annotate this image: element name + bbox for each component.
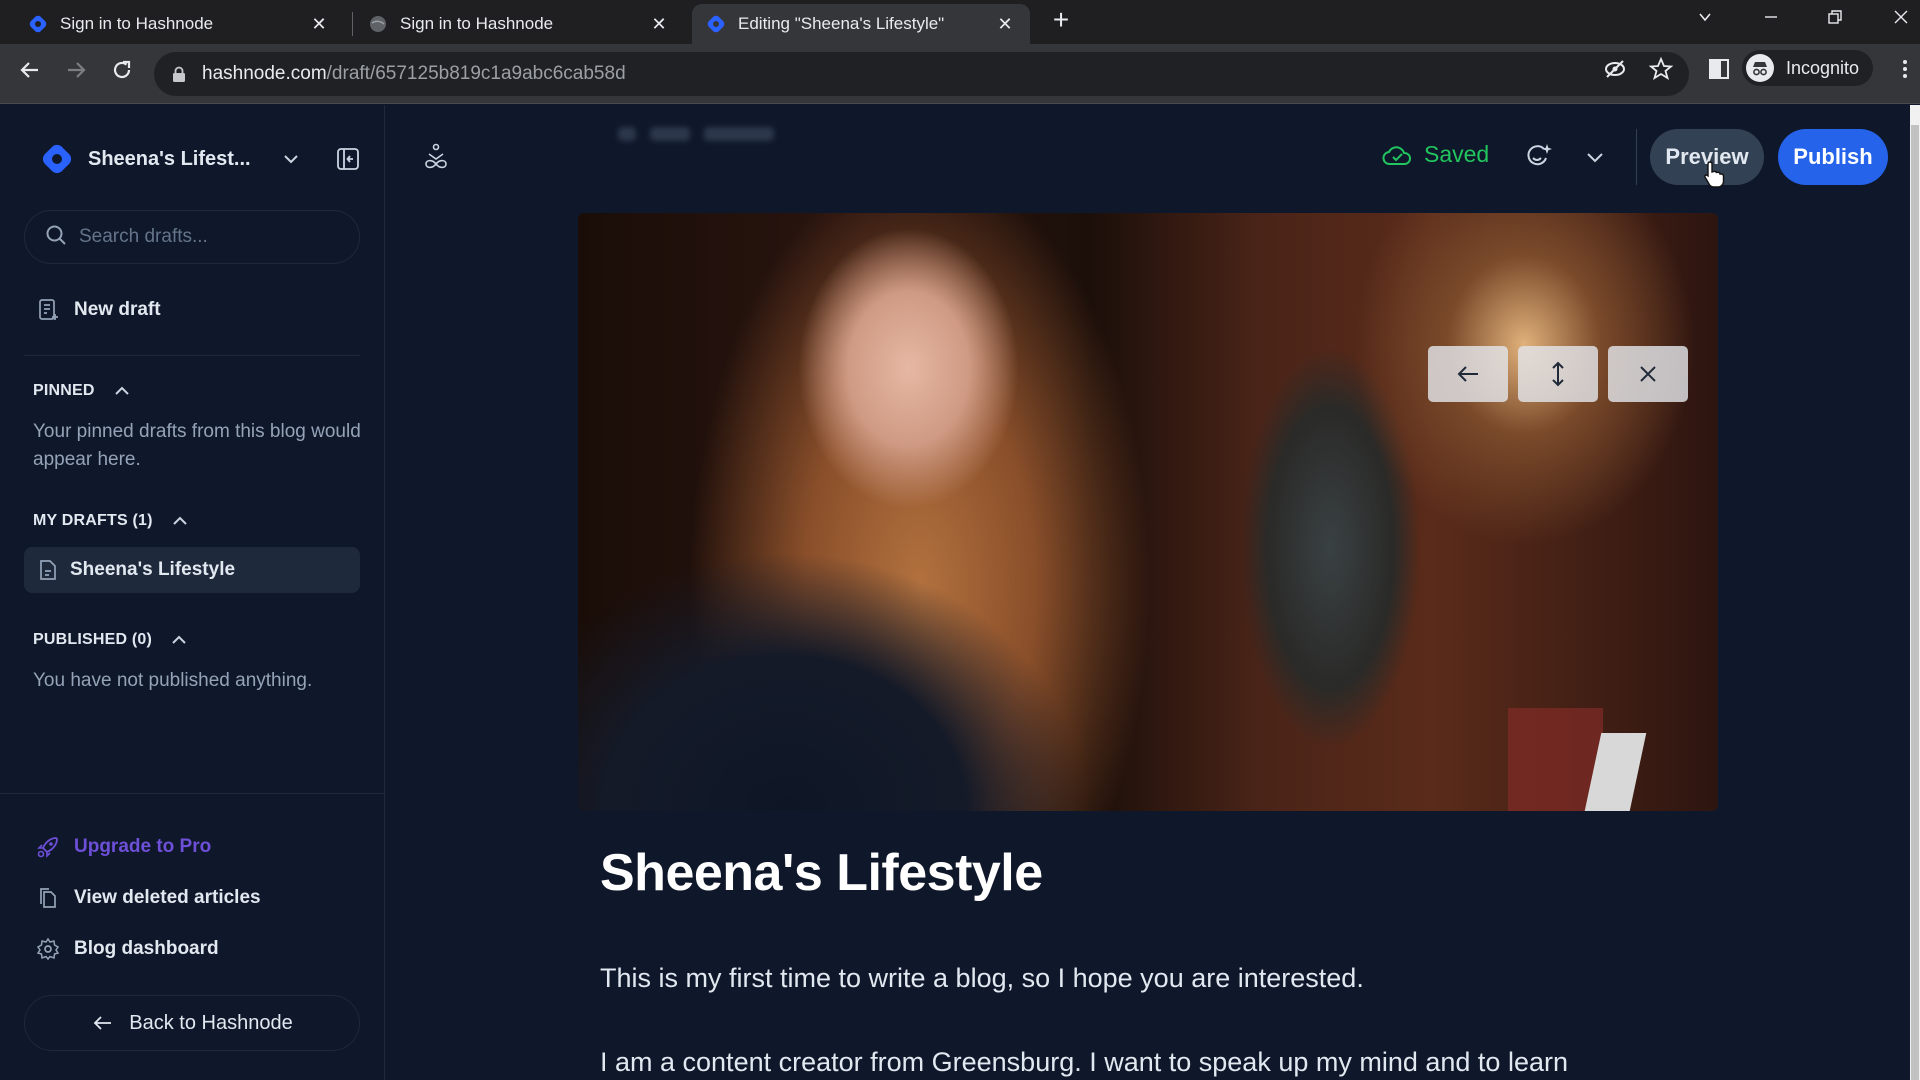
cover-image-tools xyxy=(1428,346,1688,402)
blog-name: Sheena's Lifest... xyxy=(88,147,251,170)
sidebar-divider xyxy=(24,355,360,356)
new-draft-button[interactable]: New draft xyxy=(36,298,161,322)
chevron-down-icon[interactable] xyxy=(281,149,301,169)
browser-tab-strip: Sign in to Hashnode ✕ Sign in to Hashnod… xyxy=(0,0,1920,44)
side-panel-icon[interactable] xyxy=(1706,56,1734,84)
forward-arrow-icon[interactable] xyxy=(60,58,92,90)
chevron-down-icon[interactable] xyxy=(1583,145,1607,169)
new-draft-icon xyxy=(36,298,60,322)
address-bar[interactable]: hashnode.com/draft/657125b819c1a9abc6cab… xyxy=(154,52,1689,96)
browser-tab[interactable]: Sign in to Hashnode ✕ xyxy=(354,4,684,44)
cover-reposition-button[interactable] xyxy=(1518,346,1598,402)
gear-icon xyxy=(36,937,60,961)
cover-move-left-button[interactable] xyxy=(1428,346,1508,402)
article-title[interactable]: Sheena's Lifestyle xyxy=(600,843,1043,903)
drafts-sidebar: Sheena's Lifest... New draft PINNED xyxy=(0,105,385,1080)
scrollbar-thumb[interactable] xyxy=(1911,125,1919,1080)
close-tab-icon[interactable]: ✕ xyxy=(648,14,670,35)
new-tab-button[interactable]: + xyxy=(1046,6,1076,36)
lock-icon xyxy=(172,66,186,82)
minimize-icon[interactable] xyxy=(1756,4,1786,34)
article-paragraph[interactable]: This is my first time to write a blog, s… xyxy=(600,963,1364,994)
incognito-icon xyxy=(1746,54,1774,82)
close-tab-icon[interactable]: ✕ xyxy=(308,14,330,35)
hashnode-editor-page: Sheena's Lifest... New draft PINNED xyxy=(0,105,1920,1080)
url-host: hashnode.com xyxy=(202,63,327,84)
browser-menu-icon[interactable] xyxy=(1892,56,1920,84)
close-icon xyxy=(1640,366,1656,382)
pinned-section-toggle[interactable]: PINNED xyxy=(33,382,131,400)
hashnode-icon xyxy=(28,14,48,34)
browser-tab-active[interactable]: Editing "Sheena's Lifestyle" ✕ xyxy=(692,4,1030,44)
chevron-up-icon xyxy=(113,382,131,400)
blog-dashboard-link[interactable]: Blog dashboard xyxy=(36,937,219,961)
hand-cursor-icon xyxy=(1703,160,1725,188)
upgrade-to-pro-link[interactable]: Upgrade to Pro xyxy=(36,835,211,859)
chevron-up-icon xyxy=(171,512,189,530)
url-path: /draft/657125b819c1a9abc6cab58d xyxy=(326,63,626,84)
hashnode-logo-icon xyxy=(40,142,74,176)
cloud-check-icon xyxy=(1382,142,1412,168)
sidebar-divider xyxy=(0,793,385,794)
restore-icon[interactable] xyxy=(1820,4,1850,34)
search-drafts-input[interactable] xyxy=(79,226,329,248)
chevron-up-icon xyxy=(170,631,188,649)
eye-slash-icon[interactable] xyxy=(1602,56,1630,84)
search-icon xyxy=(45,224,67,251)
browser-tab[interactable]: Sign in to Hashnode ✕ xyxy=(14,4,344,44)
close-tab-icon[interactable]: ✕ xyxy=(994,14,1016,35)
close-window-icon[interactable] xyxy=(1886,4,1916,34)
search-drafts-field[interactable] xyxy=(24,210,360,264)
draft-list-item[interactable]: Sheena's Lifestyle xyxy=(24,547,360,593)
arrows-vertical-icon xyxy=(1552,361,1564,387)
documents-icon xyxy=(36,886,60,910)
save-status: Saved xyxy=(1382,141,1489,168)
cover-remove-button[interactable] xyxy=(1608,346,1688,402)
published-section-toggle[interactable]: PUBLISHED (0) xyxy=(33,631,188,649)
hashnode-icon xyxy=(706,14,726,34)
reload-icon[interactable] xyxy=(106,58,138,90)
view-deleted-articles-link[interactable]: View deleted articles xyxy=(36,886,261,910)
publish-button[interactable]: Publish xyxy=(1778,129,1888,185)
globe-icon xyxy=(368,14,388,34)
collapse-sidebar-icon[interactable] xyxy=(335,146,361,172)
blog-switcher[interactable]: Sheena's Lifest... xyxy=(40,139,360,179)
pinned-empty-text: Your pinned drafts from this blog would … xyxy=(33,421,361,470)
blurred-toolbar-hint xyxy=(618,127,774,141)
ai-assistant-icon[interactable] xyxy=(1524,141,1554,171)
tab-divider xyxy=(352,12,353,36)
cover-image[interactable] xyxy=(578,213,1718,811)
article-paragraph[interactable]: I am a content creator from Greensburg. … xyxy=(600,1047,1568,1078)
bookmark-star-icon[interactable] xyxy=(1648,56,1676,84)
published-empty-text: You have not published anything. xyxy=(33,670,313,691)
back-to-hashnode-button[interactable]: Back to Hashnode xyxy=(24,995,360,1051)
cover-photo-detail xyxy=(578,553,1098,811)
zen-mode-icon[interactable] xyxy=(422,143,450,173)
my-drafts-section-toggle[interactable]: MY DRAFTS (1) xyxy=(33,512,189,530)
incognito-profile-button[interactable]: Incognito xyxy=(1742,50,1874,86)
back-arrow-icon[interactable] xyxy=(14,58,46,90)
header-divider xyxy=(1636,129,1637,185)
arrow-left-icon xyxy=(1457,366,1478,382)
rocket-icon xyxy=(36,835,60,859)
document-icon xyxy=(38,559,58,581)
tab-search-icon[interactable] xyxy=(1690,4,1720,34)
browser-toolbar: hashnode.com/draft/657125b819c1a9abc6cab… xyxy=(0,44,1920,104)
arrow-left-icon xyxy=(91,1011,115,1035)
